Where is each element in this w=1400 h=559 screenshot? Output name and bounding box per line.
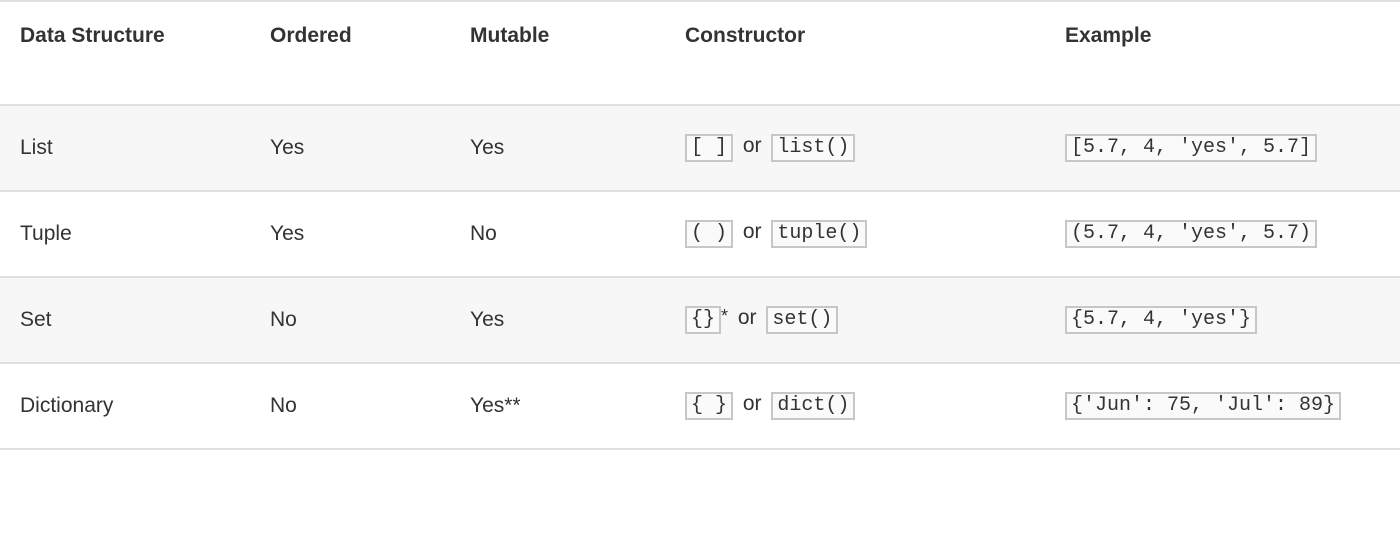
or-label: or <box>733 220 771 243</box>
header-example: Example <box>1045 1 1400 105</box>
table-row: List Yes Yes [ ] or list() [5.7, 4, 'yes… <box>0 105 1400 191</box>
or-label: or <box>728 306 766 329</box>
code-literal: [ ] <box>685 134 733 162</box>
code-literal: { } <box>685 392 733 420</box>
code-func: list() <box>771 134 855 162</box>
header-ordered: Ordered <box>250 1 450 105</box>
code-func: dict() <box>771 392 855 420</box>
cell-constructor: {}* or set() <box>665 277 1045 363</box>
cell-constructor: { } or dict() <box>665 363 1045 449</box>
cell-data-structure: Set <box>0 277 250 363</box>
cell-example: {'Jun': 75, 'Jul': 89} <box>1045 363 1400 449</box>
table-row: Set No Yes {}* or set() {5.7, 4, 'yes'} <box>0 277 1400 363</box>
cell-example: {5.7, 4, 'yes'} <box>1045 277 1400 363</box>
cell-ordered: Yes <box>250 105 450 191</box>
cell-constructor: [ ] or list() <box>665 105 1045 191</box>
code-func: tuple() <box>771 220 867 248</box>
header-mutable: Mutable <box>450 1 665 105</box>
cell-constructor: ( ) or tuple() <box>665 191 1045 277</box>
cell-ordered: Yes <box>250 191 450 277</box>
code-example: {5.7, 4, 'yes'} <box>1065 306 1257 334</box>
cell-mutable: Yes <box>450 277 665 363</box>
cell-data-structure: Dictionary <box>0 363 250 449</box>
data-structure-table: Data Structure Ordered Mutable Construct… <box>0 0 1400 450</box>
cell-example: [5.7, 4, 'yes', 5.7] <box>1045 105 1400 191</box>
header-data-structure: Data Structure <box>0 1 250 105</box>
code-example: [5.7, 4, 'yes', 5.7] <box>1065 134 1317 162</box>
cell-mutable: Yes <box>450 105 665 191</box>
cell-ordered: No <box>250 363 450 449</box>
header-constructor: Constructor <box>665 1 1045 105</box>
table-row: Tuple Yes No ( ) or tuple() (5.7, 4, 'ye… <box>0 191 1400 277</box>
cell-mutable: Yes** <box>450 363 665 449</box>
code-example: (5.7, 4, 'yes', 5.7) <box>1065 220 1317 248</box>
or-label: or <box>733 392 771 415</box>
code-func: set() <box>766 306 838 334</box>
cell-ordered: No <box>250 277 450 363</box>
table-header-row: Data Structure Ordered Mutable Construct… <box>0 1 1400 105</box>
cell-example: (5.7, 4, 'yes', 5.7) <box>1045 191 1400 277</box>
table-row: Dictionary No Yes** { } or dict() {'Jun'… <box>0 363 1400 449</box>
code-literal: {} <box>685 306 721 334</box>
cell-data-structure: List <box>0 105 250 191</box>
code-example: {'Jun': 75, 'Jul': 89} <box>1065 392 1341 420</box>
code-literal: ( ) <box>685 220 733 248</box>
or-label: or <box>733 134 771 157</box>
cell-mutable: No <box>450 191 665 277</box>
cell-data-structure: Tuple <box>0 191 250 277</box>
literal-suffix: * <box>721 306 728 326</box>
